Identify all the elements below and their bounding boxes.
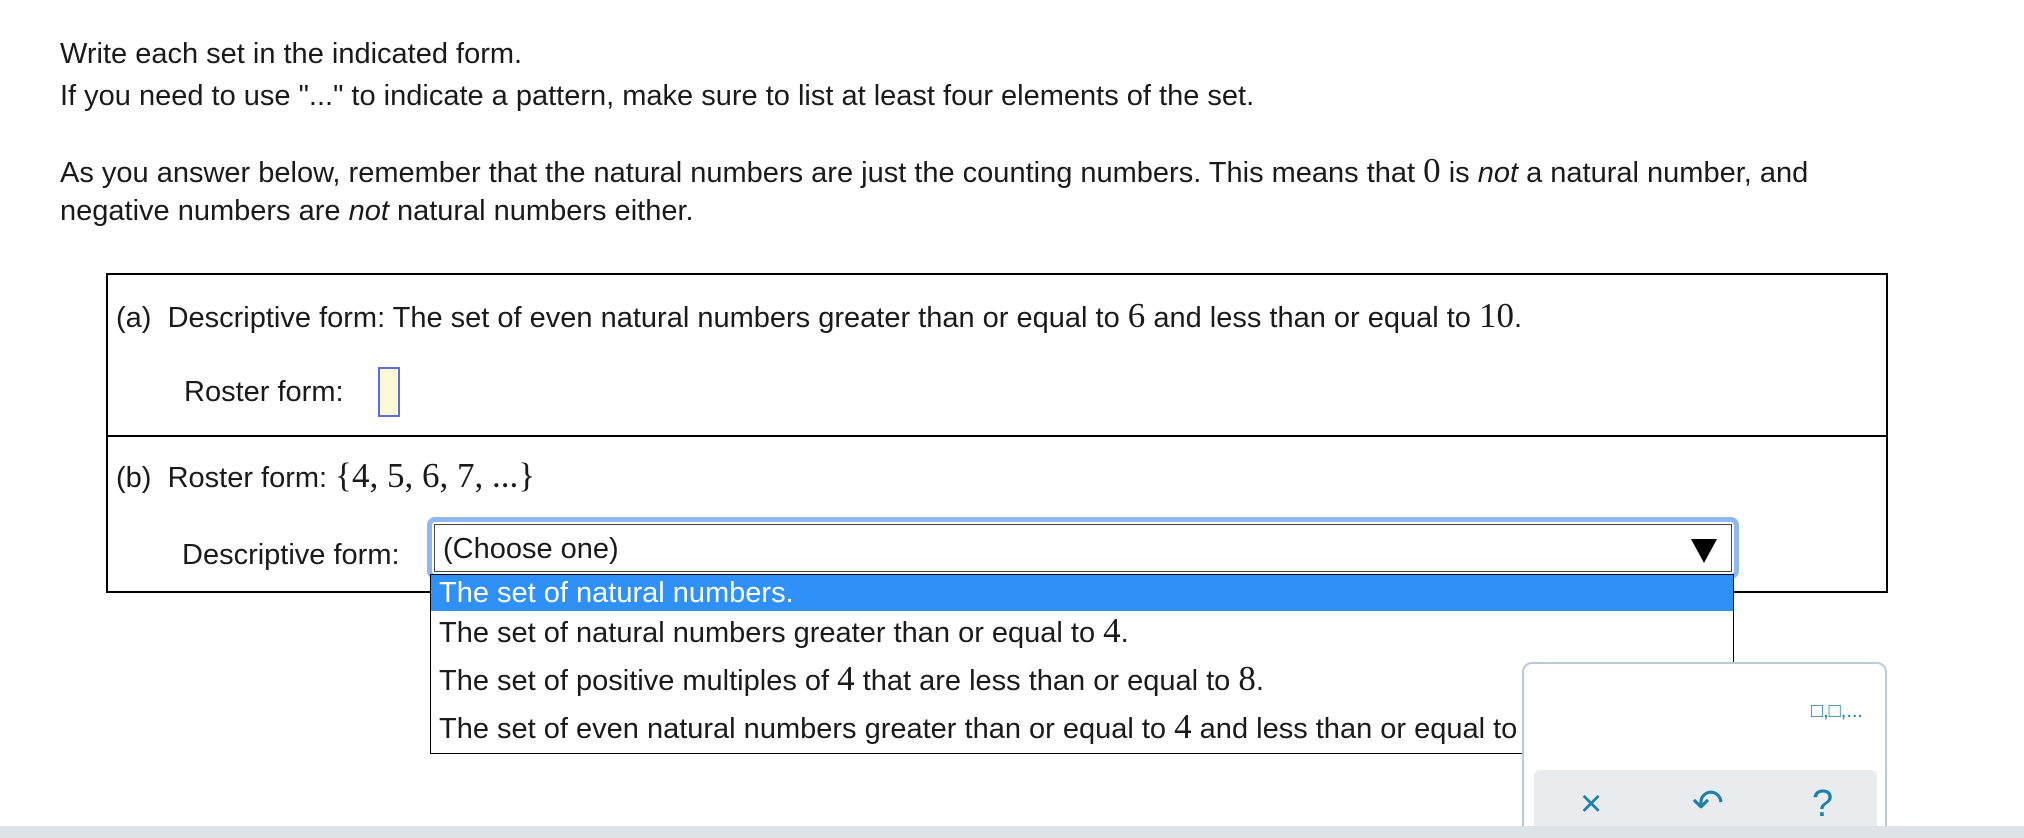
roster-answer-input[interactable] [378, 367, 400, 417]
option-text: The set of even natural numbers greater … [439, 713, 1175, 745]
close-icon[interactable]: × [1580, 784, 1602, 824]
dropdown-option[interactable]: The set of natural numbers greater than … [431, 611, 1733, 650]
part-b-descriptive-label: Descriptive form: [182, 539, 400, 571]
part-a-roster-label: Roster form: [184, 376, 344, 408]
instruction-text: is [1440, 157, 1478, 189]
select-value: (Choose one) [443, 533, 619, 565]
instruction-line-1: Write each set in the indicated form. [60, 38, 523, 70]
option-text: . [1255, 665, 1264, 697]
math-number: 4 [837, 659, 855, 698]
part-b-label: (b) [116, 462, 152, 494]
part-b-roster: (b) Roster form: {4, 5, 6, 7, ...} [116, 457, 535, 497]
part-a-desc-text: and less than or equal to [1145, 302, 1479, 334]
part-a-description: (a) Descriptive form: The set of even na… [116, 297, 1522, 337]
math-number: 10 [1479, 296, 1514, 335]
answer-tool-panel: □,□,... × ↶ ? [1522, 662, 1887, 838]
dropdown-option[interactable]: The set of natural numbers. [431, 575, 1733, 611]
dropdown-arrow-icon[interactable] [1691, 539, 1717, 563]
part-a-label: (a) [116, 302, 152, 334]
instruction-line-3: As you answer below, remember that the n… [60, 152, 1808, 192]
instruction-text: natural numbers either. [388, 195, 694, 227]
instruction-line-2: If you need to use "..." to indicate a p… [60, 80, 1255, 112]
help-icon[interactable]: ? [1812, 784, 1833, 824]
emphasis-not: not [1477, 157, 1519, 189]
undo-icon[interactable]: ↶ [1692, 784, 1724, 824]
horizontal-scrollbar[interactable] [0, 826, 2024, 838]
page: Write each set in the indicated form. If… [0, 0, 2024, 838]
part-a-desc-text: . [1514, 302, 1523, 334]
instruction-text: negative numbers are [60, 195, 349, 227]
math-number: 6 [1127, 296, 1146, 335]
descriptive-form-select[interactable]: (Choose one) [427, 517, 1739, 579]
set-palette-button[interactable]: □,□,... [1811, 700, 1863, 723]
instruction-text: a natural number, and [1518, 157, 1809, 189]
option-text: that are less than or equal to [854, 665, 1239, 697]
option-text: . [1120, 617, 1129, 649]
math-number: 4 [1174, 707, 1192, 746]
option-text: The set of positive multiples of [439, 665, 838, 697]
instruction-text: As you answer below, remember that the n… [60, 157, 1424, 189]
math-number: 8 [1238, 659, 1256, 698]
instruction-line-4: negative numbers are not natural numbers… [60, 192, 694, 230]
option-text: The set of natural numbers greater than … [439, 617, 1104, 649]
part-a-desc-text: Descriptive form: The set of even natura… [167, 302, 1128, 334]
option-text: The set of natural numbers. [439, 577, 794, 609]
option-text: and less than or equal to [1191, 713, 1526, 745]
select-field[interactable]: (Choose one) [434, 524, 1732, 572]
divider [108, 435, 1886, 437]
math-number: 4 [1103, 611, 1121, 650]
emphasis-not: not [348, 195, 389, 227]
math-zero: 0 [1423, 151, 1441, 190]
part-b-roster-label: Roster form: [167, 462, 328, 494]
part-b-roster-value: {4, 5, 6, 7, ...} [335, 456, 536, 495]
